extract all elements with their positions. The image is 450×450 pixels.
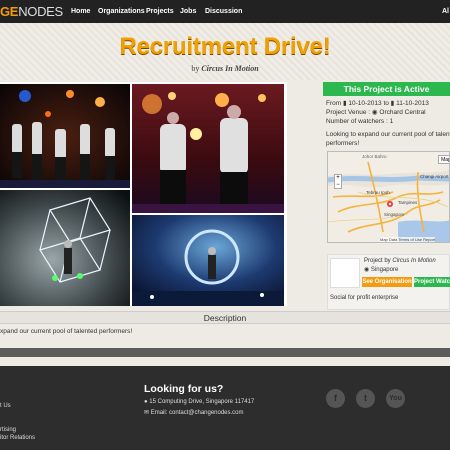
footer-email: ✉ Email: contact@changenodes.com <box>144 409 244 417</box>
photo-gallery <box>0 82 287 306</box>
watch-project-button[interactable]: Project Watch <box>414 277 450 287</box>
from-label: From <box>326 100 342 107</box>
twitter-icon[interactable]: t <box>356 389 375 408</box>
to-date: 11-10-2013 <box>396 100 429 107</box>
nav-projects[interactable]: Projects <box>146 7 174 16</box>
gallery-photo-1[interactable] <box>0 84 130 188</box>
to-label: to <box>383 100 389 107</box>
footer-link-advertising[interactable]: rtising <box>0 426 16 434</box>
brand-logo-right: NODES <box>18 4 63 19</box>
map-label-ipoh: Tebrau Ipoh <box>366 190 390 195</box>
gallery-photo-4[interactable] <box>132 215 284 306</box>
section-divider <box>0 348 450 357</box>
venue-map[interactable]: Map Johor Bahru Changi Airport Singapore… <box>327 151 450 243</box>
page-title: Recruitment Drive! <box>119 33 331 60</box>
globe-icon: ◉ <box>364 267 370 273</box>
map-data-credit: Map Data <box>380 237 398 242</box>
nav-discussion[interactable]: Discussion <box>205 7 242 16</box>
top-navbar: GENODES Home Organizations Projects Jobs… <box>0 0 450 23</box>
nav-home[interactable]: Home <box>71 7 90 16</box>
map-zoom-control[interactable]: + − <box>334 174 342 189</box>
project-watchers: Number of watchers : 1 <box>326 117 393 126</box>
gallery-photo-2[interactable] <box>132 84 284 213</box>
footer-link-investor-relations[interactable]: itor Relations <box>0 434 35 442</box>
footer-heading: Looking for us? <box>144 383 224 395</box>
youtube-icon[interactable]: You <box>386 389 405 408</box>
organisation-card: Project by Circus In Motion ◉ Singapore … <box>327 254 450 310</box>
map-label-johor: Johor Bahru <box>362 154 387 159</box>
org-name-link[interactable]: Circus In Motion <box>392 258 435 264</box>
org-logo[interactable] <box>330 258 360 288</box>
nav-jobs[interactable]: Jobs <box>180 7 196 16</box>
from-date: 10-10-2013 <box>348 100 382 107</box>
brand-logo-left: GE <box>0 4 19 19</box>
project-dates: From ▮ 10-10-2013 to ▮ 11-10-2013 <box>326 99 429 108</box>
byline-prefix: by <box>191 64 200 73</box>
project-summary-line-1: Looking to expand our current pool of ta… <box>326 131 450 138</box>
map-footer: Map Data Terms of Use Report <box>380 237 436 242</box>
watchers-label: Number of watchers : <box>326 118 388 125</box>
project-byline: by Circus In Motion <box>0 64 450 73</box>
org-project-by: Project by Circus In Motion <box>364 258 436 264</box>
footer-address-text: 15 Computing Drive, Singapore 117417 <box>149 399 255 405</box>
project-by-prefix: Project by <box>364 258 391 264</box>
footer-email-text[interactable]: Email: contact@changenodes.com <box>151 410 244 416</box>
venue-value: Orchard Central <box>379 109 426 116</box>
footer-address: ● 15 Computing Drive, Singapore 117417 <box>144 398 254 406</box>
map-type-button[interactable]: Map <box>438 155 449 164</box>
venue-label: Project Venue : <box>326 109 371 116</box>
project-venue: Project Venue : ◉ Orchard Central <box>326 108 426 117</box>
map-terms-link[interactable]: Terms of Use <box>398 237 422 242</box>
project-status-badge: This Project is Active <box>323 82 450 96</box>
envelope-icon: ✉ <box>144 410 150 416</box>
map-report-link[interactable]: Report <box>423 237 435 242</box>
nav-organizations[interactable]: Organizations <box>98 7 145 16</box>
calendar-icon: ▮ <box>342 100 347 107</box>
map-label-tampines: Tampines <box>398 200 418 205</box>
description-heading: Description <box>0 311 450 324</box>
map-label-changi: Changi Airport Singapore <box>420 174 449 179</box>
see-organisation-button[interactable]: See Organisation <box>362 277 412 287</box>
watchers-count: 1 <box>389 118 394 125</box>
gallery-photo-3[interactable] <box>0 190 130 306</box>
brand-logo[interactable]: GENODES <box>0 3 63 20</box>
project-header: Recruitment Drive! by Circus In Motion <box>0 23 450 80</box>
footer-link-about[interactable]: t Us <box>0 402 11 410</box>
page-footer: Looking for us? ● 15 Computing Drive, Si… <box>0 366 450 450</box>
facebook-icon[interactable]: f <box>326 389 345 408</box>
description-text: xpand our current pool of talented perfo… <box>0 328 133 335</box>
map-pin-icon: ● <box>144 399 148 405</box>
project-info-panel: This Project is Active From ▮ 10-10-2013… <box>323 80 450 311</box>
org-country: ◉ Singapore <box>364 266 398 273</box>
org-country-value: Singapore <box>370 267 399 273</box>
org-type: Social for profit enterprise <box>330 295 399 301</box>
calendar-icon: ▮ <box>390 100 395 107</box>
byline-org-link[interactable]: Circus In Motion <box>201 64 258 73</box>
globe-icon: ◉ <box>371 109 378 116</box>
user-menu[interactable]: Al <box>442 7 449 16</box>
project-summary-line-2: performers! <box>326 140 360 147</box>
map-label-singapore: Singapore <box>384 212 405 217</box>
